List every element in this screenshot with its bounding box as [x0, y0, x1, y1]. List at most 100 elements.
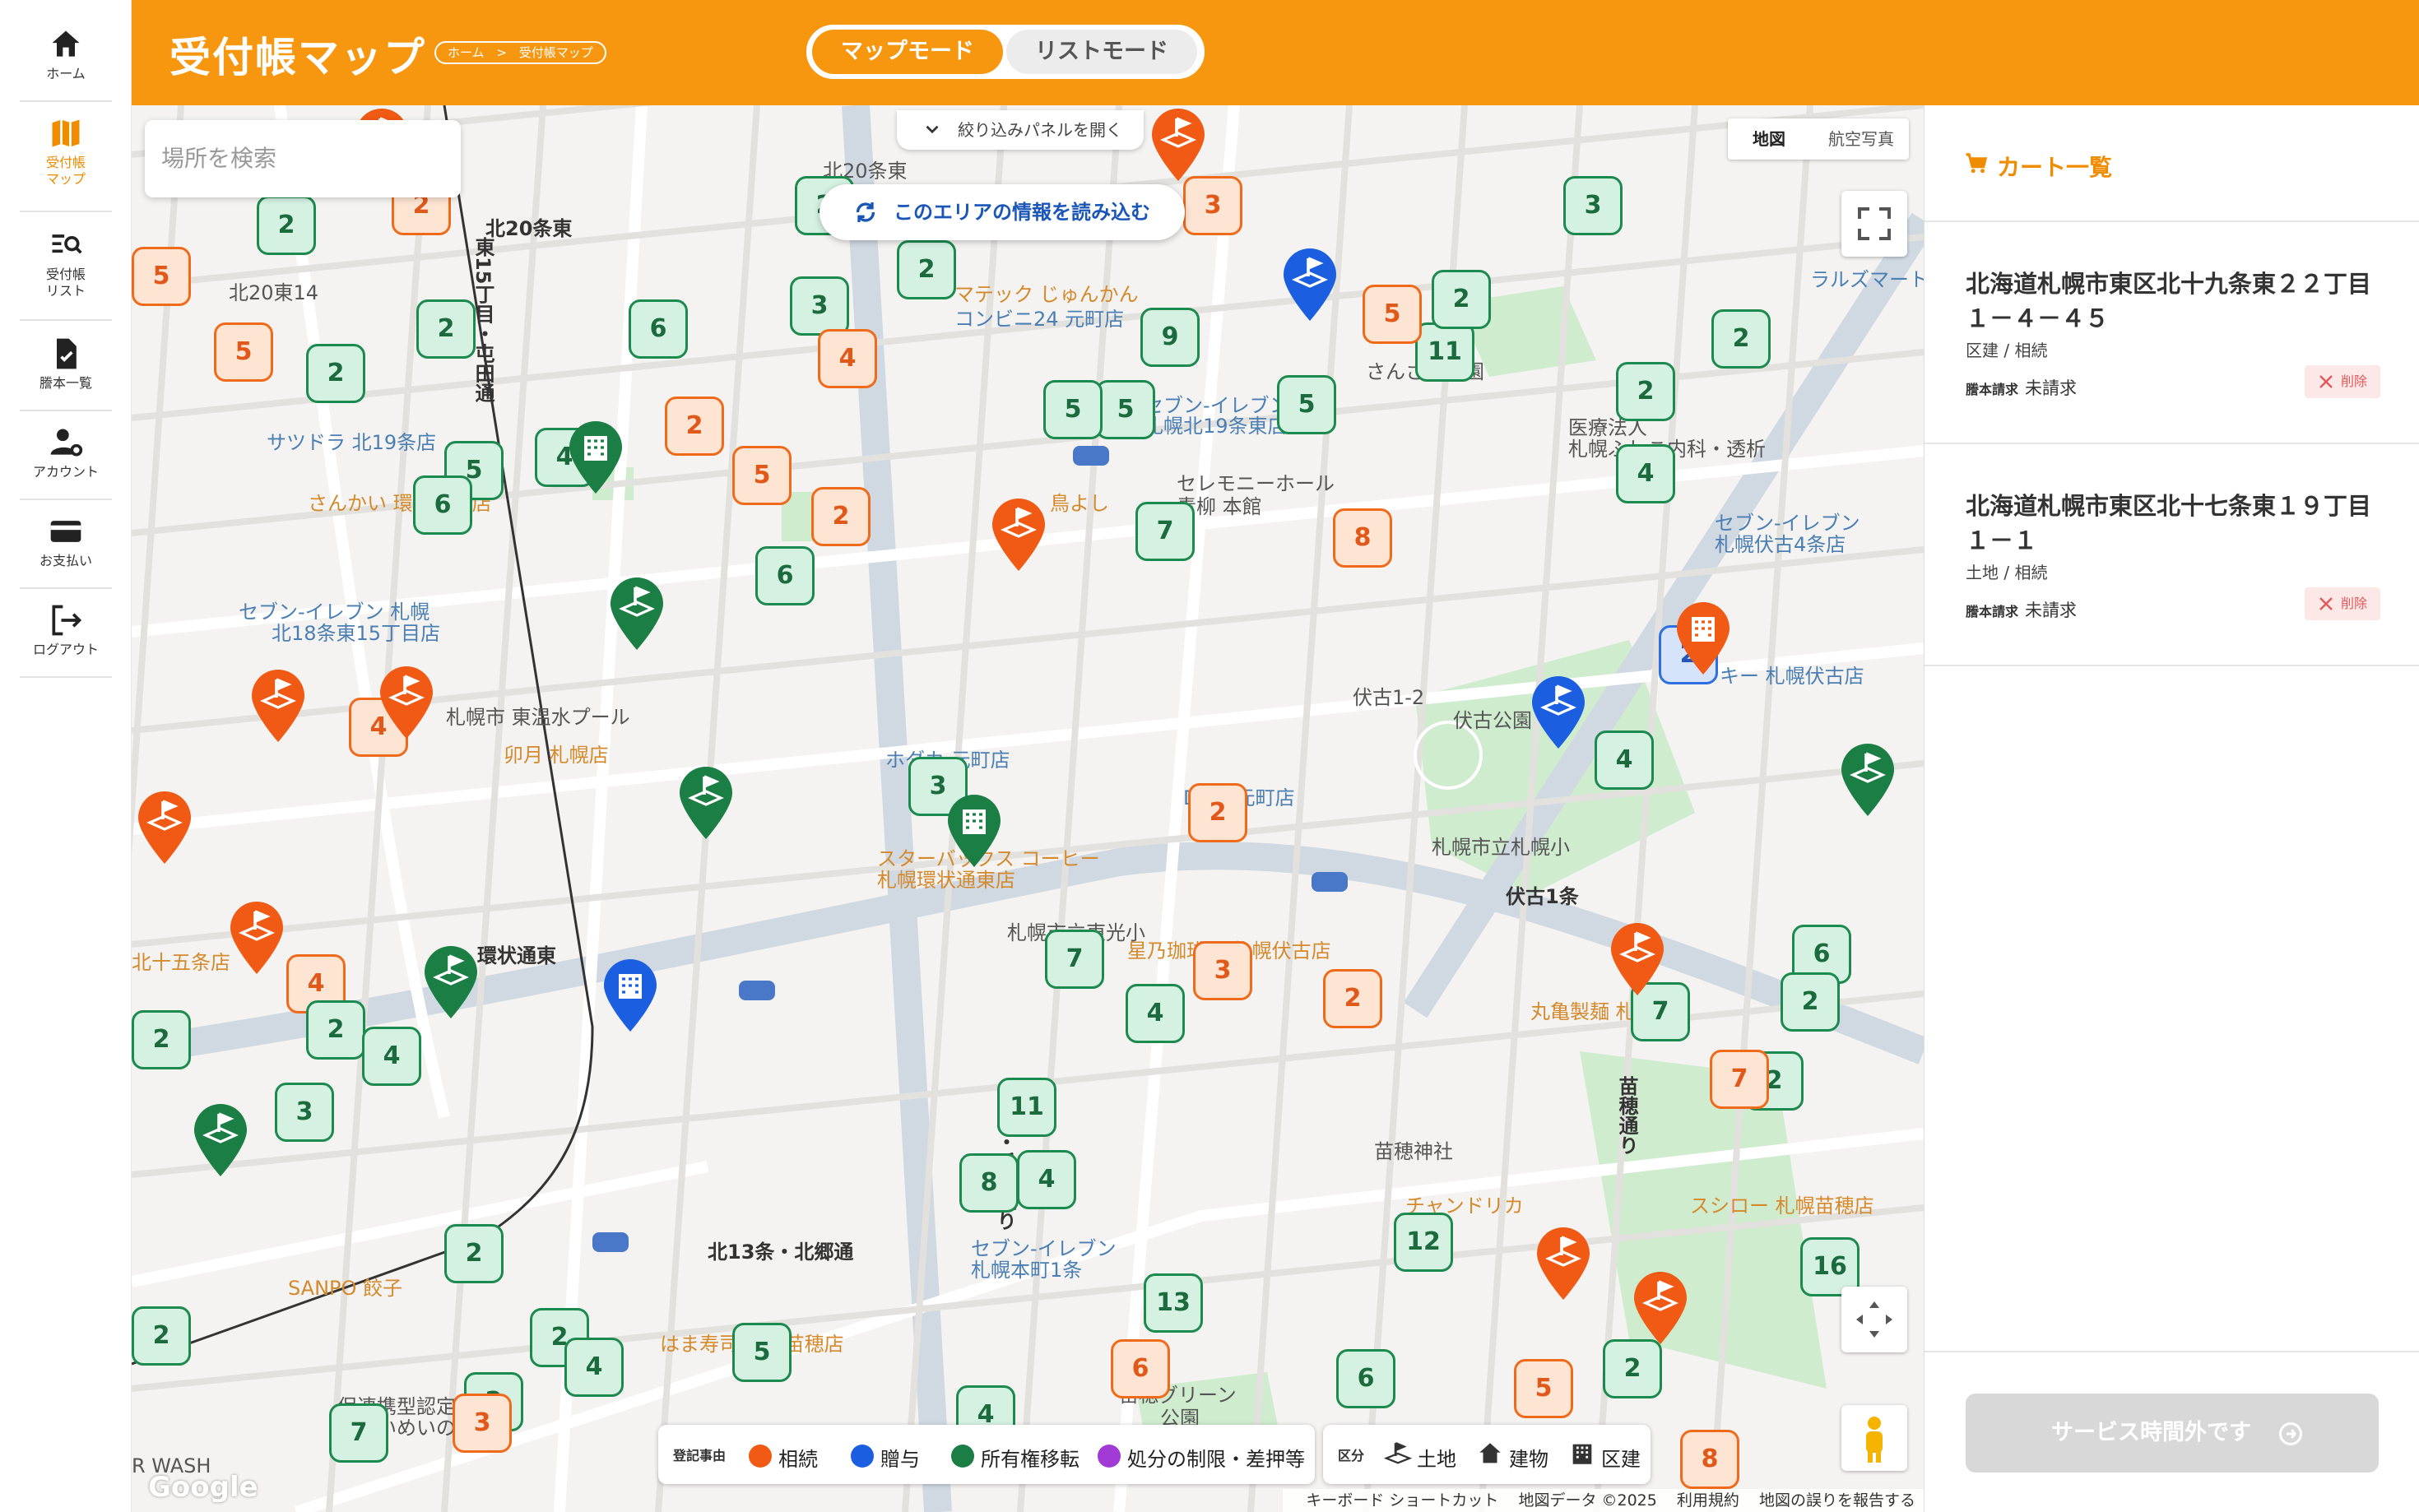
pin-marker-land-flag-icon[interactable] — [188, 1101, 253, 1180]
count-marker[interactable]: 2 — [1323, 969, 1382, 1028]
count-marker[interactable]: 11 — [1415, 322, 1474, 382]
pin-marker-land-flag-icon[interactable] — [374, 663, 439, 742]
count-marker[interactable]: 2 — [444, 1224, 504, 1283]
count-marker[interactable]: 2 — [811, 487, 871, 546]
legend-kind-label[interactable]: 土地 — [1417, 1443, 1456, 1472]
pin-marker-land-flag-icon[interactable] — [1145, 105, 1211, 184]
map-mode-button[interactable]: マップモード — [812, 30, 1003, 74]
count-marker[interactable]: 5 — [214, 322, 273, 382]
pin-marker-land-flag-icon[interactable] — [673, 763, 739, 842]
count-marker[interactable]: 2 — [665, 397, 724, 456]
count-marker[interactable]: 8 — [1680, 1430, 1739, 1489]
pin-marker-building-icon[interactable] — [597, 956, 663, 1035]
count-marker[interactable]: 3 — [453, 1394, 512, 1453]
count-marker[interactable]: 4 — [1126, 984, 1185, 1043]
count-marker[interactable]: 2 — [132, 1010, 191, 1069]
sidebar-item-payment[interactable]: お支払い — [20, 503, 112, 589]
count-marker[interactable]: 2 — [897, 240, 956, 299]
count-marker[interactable]: 3 — [1563, 176, 1623, 235]
count-marker[interactable]: 2 — [1432, 270, 1491, 329]
count-marker[interactable]: 6 — [1111, 1339, 1170, 1398]
count-marker[interactable]: 5 — [1096, 380, 1155, 439]
count-marker[interactable]: 4 — [1616, 444, 1675, 503]
map-type-map-button[interactable]: 地図 — [1728, 118, 1810, 160]
count-marker[interactable]: 6 — [413, 475, 472, 535]
pin-marker-land-flag-icon[interactable] — [418, 943, 484, 1022]
keyboard-shortcuts-link[interactable]: キーボード ショートカット — [1306, 1491, 1498, 1510]
count-marker[interactable]: 7 — [329, 1403, 388, 1463]
count-marker[interactable]: 6 — [755, 546, 815, 605]
count-marker[interactable]: 3 — [1183, 176, 1242, 235]
pin-marker-land-flag-icon[interactable] — [1604, 920, 1670, 999]
count-marker[interactable]: 4 — [818, 329, 877, 388]
map-pan-control[interactable] — [1841, 1287, 1907, 1352]
count-marker[interactable]: 12 — [1394, 1213, 1453, 1272]
pin-marker-land-flag-icon[interactable] — [1530, 1224, 1596, 1303]
report-error-link[interactable]: 地図の誤りを報告する — [1759, 1491, 1915, 1510]
count-marker[interactable]: 5 — [1363, 285, 1422, 344]
count-marker[interactable]: 9 — [1140, 308, 1200, 367]
count-marker[interactable]: 5 — [1514, 1359, 1573, 1418]
count-marker[interactable]: 6 — [1336, 1349, 1395, 1408]
count-marker[interactable]: 2 — [1616, 362, 1675, 421]
pin-marker-land-flag-icon[interactable] — [1277, 245, 1343, 324]
count-marker[interactable]: 5 — [132, 247, 191, 306]
count-marker[interactable]: 7 — [1135, 502, 1195, 561]
sidebar-item-account[interactable]: アカウント — [20, 415, 112, 500]
count-marker[interactable]: 2 — [257, 196, 316, 255]
filter-panel-toggle[interactable]: 絞り込みパネルを開く — [897, 110, 1144, 150]
count-marker[interactable]: 2 — [1188, 783, 1247, 842]
count-marker[interactable]: 2 — [1711, 309, 1771, 369]
map-canvas[interactable]: 北20条東 北20東14 東15丁目・屯田通 北20条東 マテック じゅんかん コンビニ2… — [132, 105, 1924, 1512]
legend-kind-label[interactable]: 建物 — [1509, 1443, 1548, 1472]
count-marker[interactable]: 4 — [362, 1027, 421, 1086]
legend-label[interactable]: 所有権移転 — [981, 1443, 1079, 1472]
count-marker[interactable]: 5 — [732, 1323, 792, 1382]
count-marker[interactable]: 8 — [1333, 508, 1392, 568]
service-hours-button[interactable]: サービス時間外です — [1966, 1394, 2379, 1473]
pin-marker-land-flag-icon[interactable] — [1627, 1269, 1693, 1347]
pin-marker-land-flag-icon[interactable] — [132, 788, 197, 867]
sidebar-item-list[interactable]: 受付帳 リスト — [20, 217, 112, 321]
street-view-button[interactable] — [1841, 1405, 1907, 1471]
list-mode-button[interactable]: リストモード — [1006, 30, 1197, 74]
sidebar-item-documents[interactable]: 謄本一覧 — [20, 326, 112, 411]
pin-marker-building-icon[interactable] — [1670, 599, 1736, 678]
count-marker[interactable]: 4 — [1017, 1150, 1076, 1209]
sidebar-item-home[interactable]: ホーム — [20, 16, 112, 102]
count-marker[interactable]: 3 — [275, 1083, 334, 1142]
terms-link[interactable]: 利用規約 — [1677, 1491, 1739, 1510]
count-marker[interactable]: 2 — [132, 1306, 191, 1366]
count-marker[interactable]: 5 — [1277, 375, 1336, 434]
legend-label[interactable]: 贈与 — [880, 1443, 920, 1472]
cart-item-delete-button[interactable]: 削除 — [2305, 587, 2380, 620]
pin-marker-building-icon[interactable] — [563, 418, 629, 497]
pin-marker-land-flag-icon[interactable] — [224, 898, 290, 977]
sidebar-item-logout[interactable]: ログアウト — [20, 592, 112, 678]
count-marker[interactable]: 2 — [306, 1000, 365, 1060]
count-marker[interactable]: 2 — [1603, 1339, 1662, 1398]
count-marker[interactable]: 8 — [959, 1153, 1019, 1213]
pin-marker-land-flag-icon[interactable] — [986, 495, 1052, 574]
count-marker[interactable]: 11 — [997, 1078, 1056, 1137]
count-marker[interactable]: 2 — [1781, 972, 1840, 1032]
count-marker[interactable]: 3 — [1193, 941, 1252, 1000]
count-marker[interactable]: 7 — [1045, 930, 1104, 989]
legend-kind-label[interactable]: 区建 — [1601, 1443, 1641, 1472]
count-marker[interactable]: 5 — [732, 446, 792, 505]
legend-label[interactable]: 処分の制限・差押等 — [1127, 1443, 1305, 1472]
pin-marker-land-flag-icon[interactable] — [1525, 673, 1591, 752]
count-marker[interactable]: 5 — [1043, 380, 1103, 439]
count-marker[interactable]: 7 — [1710, 1050, 1769, 1109]
pin-marker-land-flag-icon[interactable] — [604, 574, 670, 653]
count-marker[interactable]: 13 — [1144, 1273, 1203, 1333]
pin-marker-land-flag-icon[interactable] — [245, 666, 311, 745]
breadcrumb-home-link[interactable]: ホーム — [448, 45, 485, 60]
count-marker[interactable]: 4 — [564, 1338, 624, 1397]
search-input[interactable] — [161, 140, 441, 176]
fullscreen-button[interactable] — [1841, 191, 1907, 257]
count-marker[interactable]: 3 — [790, 276, 849, 336]
count-marker[interactable]: 6 — [629, 299, 688, 359]
count-marker[interactable]: 2 — [416, 299, 476, 359]
load-area-button[interactable]: このエリアの情報を読み込む — [819, 184, 1185, 240]
